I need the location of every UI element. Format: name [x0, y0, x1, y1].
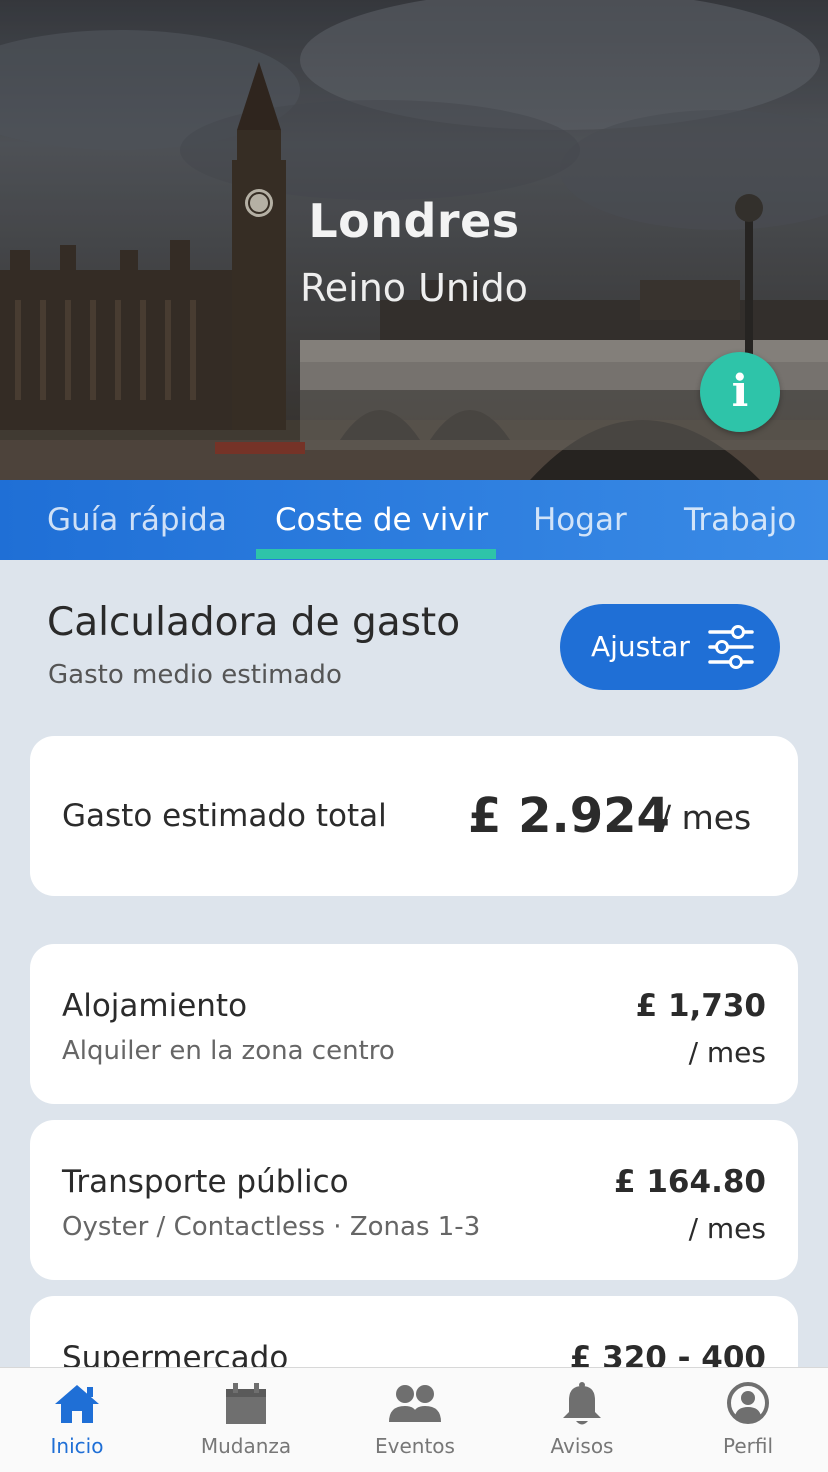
bottom-navigation: Inicio Mudanza Eventos Avisos Perfil	[0, 1367, 828, 1472]
info-icon[interactable]: i	[700, 352, 780, 432]
expense-unit: / mes	[688, 1036, 766, 1069]
adjust-button-label: Ajustar	[591, 630, 690, 663]
calendar-icon	[224, 1382, 268, 1430]
user-icon	[727, 1382, 769, 1428]
nav-avisos[interactable]: Avisos	[499, 1368, 665, 1472]
nav-label: Eventos	[375, 1434, 455, 1458]
section-subtitle: Gasto medio estimado	[48, 660, 342, 690]
expense-description: Alquiler en la zona centro	[62, 1036, 395, 1066]
nav-label: Avisos	[550, 1434, 614, 1458]
expense-card-transporte[interactable]: Transporte público Oyster / Contactless …	[30, 1120, 798, 1280]
expense-unit: / mes	[688, 1212, 766, 1245]
sliders-icon	[708, 624, 754, 674]
total-unit: / mes	[660, 798, 752, 837]
hero-banner: Londres Reino Unido i	[0, 0, 828, 480]
expense-price: £ 1,730	[635, 988, 766, 1024]
section-title: Calculadora de gasto	[47, 600, 461, 645]
nav-perfil[interactable]: Perfil	[665, 1368, 828, 1472]
expense-description: Oyster / Contactless · Zonas 1-3	[62, 1212, 481, 1242]
expense-card-alojamiento[interactable]: Alojamiento Alquiler en la zona centro £…	[30, 944, 798, 1104]
total-label: Gasto estimado total	[62, 798, 387, 834]
nav-label: Perfil	[722, 1434, 774, 1458]
tab-bar: Guía rápida Coste de vivir Hogar Trabajo	[0, 480, 828, 560]
tab-guia-rapida[interactable]: Guía rápida	[47, 480, 227, 560]
adjust-button[interactable]: Ajustar	[560, 604, 780, 690]
total-amount: £ 2.924	[468, 788, 670, 844]
tab-hogar[interactable]: Hogar	[533, 480, 627, 560]
active-tab-indicator	[256, 549, 496, 559]
total-card: Gasto estimado total £ 2.924 / mes	[30, 736, 798, 896]
people-icon	[389, 1382, 441, 1430]
nav-eventos[interactable]: Eventos	[332, 1368, 498, 1472]
expense-name: Alojamiento	[62, 988, 248, 1024]
nav-label: Mudanza	[200, 1434, 292, 1458]
tab-trabajo[interactable]: Trabajo	[684, 480, 796, 560]
nav-mudanza[interactable]: Mudanza	[163, 1368, 329, 1472]
country-subtitle: Reino Unido	[300, 266, 528, 310]
expense-name: Transporte público	[62, 1164, 349, 1200]
nav-label: Inicio	[50, 1434, 104, 1458]
city-title: Londres	[308, 194, 520, 248]
home-icon	[53, 1382, 101, 1430]
nav-inicio[interactable]: Inicio	[0, 1368, 160, 1472]
expense-price: £ 164.80	[614, 1164, 766, 1200]
bell-icon	[561, 1382, 603, 1432]
tab-coste-de-vivir[interactable]: Coste de vivir	[275, 480, 488, 560]
